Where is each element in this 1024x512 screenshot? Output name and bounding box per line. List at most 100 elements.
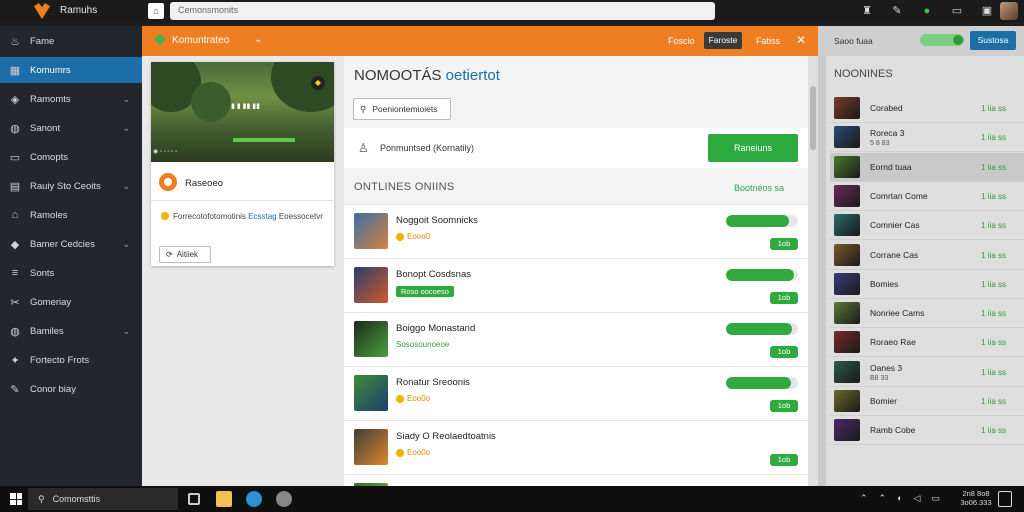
- chevron-down-icon[interactable]: ⌄: [122, 181, 130, 192]
- sidebar-item[interactable]: ✎ Conor biay: [0, 376, 142, 402]
- avatar[interactable]: [834, 184, 860, 207]
- game-row[interactable]: Ronatur Sreoonis Eoo0o 1ob: [344, 366, 808, 422]
- online-toggle[interactable]: [920, 34, 964, 46]
- club-title[interactable]: Komuntrateo: [172, 35, 229, 46]
- chevron-down-icon[interactable]: ⌄: [122, 239, 130, 250]
- feature-card[interactable]: ▮ ▮ ▮▮ ▮▮ ◆ ◉ ▫ ▫ ▫ ▫ ▫ Raseoeo Forrecot…: [151, 62, 334, 266]
- game-name[interactable]: Bonopt Cosdsnas: [396, 269, 471, 280]
- header-button[interactable]: Faroste: [704, 32, 742, 49]
- friends-scrollbar[interactable]: [818, 56, 826, 486]
- game-row[interactable]: Noggoit Soomnicks Eooo0 1ob: [344, 204, 808, 260]
- sidebar-item[interactable]: ▭ Comopts: [0, 144, 142, 170]
- settings-icon[interactable]: ▣: [980, 3, 994, 19]
- friend-row[interactable]: Bomies 1 iia ss: [830, 270, 1024, 299]
- chevron-down-icon[interactable]: ⌄: [122, 94, 130, 105]
- chevron-down-icon[interactable]: ⌄: [254, 34, 262, 45]
- game-thumbnail[interactable]: [354, 429, 388, 465]
- sidebar-item[interactable]: ◍ Bamiles ⌄: [0, 318, 142, 344]
- avatar[interactable]: [834, 126, 860, 149]
- play-badge[interactable]: 1ob: [770, 454, 798, 466]
- friend-row[interactable]: Roraeo Rae 1 iia ss: [830, 328, 1024, 358]
- avatar[interactable]: [834, 214, 860, 237]
- sidebar-item[interactable]: ◈ Ramomts ⌄: [0, 86, 142, 112]
- avatar[interactable]: [834, 419, 860, 442]
- header-link-1[interactable]: Foscio: [668, 36, 695, 46]
- avatar[interactable]: [834, 243, 860, 266]
- friend-row[interactable]: Ramb Cobe 1 iia ss: [830, 416, 1024, 446]
- play-badge[interactable]: 1ob: [770, 292, 798, 304]
- friend-row[interactable]: Roreca 35 8 83 1 iia ss: [830, 123, 1024, 153]
- sidebar-item[interactable]: ▦ Komumrs: [0, 57, 142, 83]
- chevron-down-icon[interactable]: ⌄: [122, 123, 130, 134]
- desc-highlight[interactable]: Ecsstag: [248, 212, 276, 221]
- volume-icon[interactable]: ◁: [914, 493, 921, 504]
- xbox-icon[interactable]: ●: [920, 3, 934, 19]
- friend-row[interactable]: Comnier Cas 1 iia ss: [830, 211, 1024, 241]
- friend-row[interactable]: Corabed 1 iia ss: [830, 94, 1024, 123]
- game-row[interactable]: Siady O Reolaedtoatnis Eoo0o 1ob: [344, 420, 808, 476]
- sidebar-item[interactable]: ⌂ Ramoles: [0, 202, 142, 228]
- game-row[interactable]: Boiggo Monastand Sososounoeoe 1ob: [344, 312, 808, 368]
- avatar[interactable]: [834, 155, 860, 178]
- avatar[interactable]: [834, 272, 860, 295]
- main-scrollbar[interactable]: [808, 56, 818, 486]
- play-badge[interactable]: 1ob: [770, 238, 798, 250]
- bell-icon[interactable]: ✎: [890, 3, 904, 19]
- game-thumbnail[interactable]: [354, 213, 388, 249]
- scroll-thumb[interactable]: [810, 86, 816, 150]
- sidebar-item[interactable]: ▤ Rauiy Sto Ceoits ⌄: [0, 173, 142, 199]
- task-view-icon[interactable]: [188, 493, 200, 505]
- section-count[interactable]: Bootnéos sa: [734, 183, 784, 193]
- feature-button[interactable]: ⟳ Aitiiek: [159, 246, 211, 263]
- file-explorer-icon[interactable]: [216, 491, 232, 507]
- header-link-2[interactable]: Fatiss: [756, 36, 780, 46]
- friend-row[interactable]: Eornd tuaa 1 iia ss: [830, 152, 1024, 182]
- sidebar-item[interactable]: ♨ Fame: [0, 28, 142, 54]
- edge-icon[interactable]: [246, 491, 262, 507]
- windows-start-icon[interactable]: [10, 493, 22, 505]
- app-icon[interactable]: [276, 491, 292, 507]
- avatar[interactable]: [834, 390, 860, 412]
- avatar[interactable]: [834, 331, 860, 354]
- friend-row[interactable]: Nonriee Cams 1 iia ss: [830, 299, 1024, 329]
- home-icon[interactable]: ⌂: [148, 3, 164, 19]
- friend-row[interactable]: Bomier 1 iia ss: [830, 387, 1024, 416]
- game-thumbnail[interactable]: [354, 375, 388, 411]
- game-name[interactable]: Siady O Reolaedtoatnis: [396, 431, 496, 442]
- chat-icon[interactable]: ▭: [950, 3, 964, 19]
- search-input[interactable]: Cemonsmonits: [170, 2, 715, 20]
- friend-row[interactable]: Comrtan Come 1 iia ss: [830, 182, 1024, 211]
- game-thumbnail[interactable]: [354, 267, 388, 303]
- battery-icon[interactable]: ▭: [931, 493, 940, 504]
- game-row[interactable]: Aaakamw: [344, 474, 808, 486]
- avatar[interactable]: [834, 360, 860, 383]
- avatar[interactable]: [1000, 2, 1018, 20]
- taskbar-search[interactable]: ⚲ Comomsttis: [28, 488, 178, 510]
- avatar[interactable]: [834, 97, 860, 119]
- game-row[interactable]: Bonopt Cosdsnas Roso oocoeso 1ob: [344, 258, 808, 314]
- game-name[interactable]: Boiggo Monastand: [396, 323, 475, 334]
- sidebar-item[interactable]: ≡ Sonts: [0, 260, 142, 286]
- notification-icon[interactable]: [998, 491, 1012, 507]
- sidebar-item[interactable]: ◍ Sanont ⌄: [0, 115, 142, 141]
- game-name[interactable]: Ronatur Sreoonis: [396, 377, 470, 388]
- invite-button[interactable]: Raneiuns: [708, 134, 798, 162]
- sidebar-item[interactable]: ✦ Fortecto Frots: [0, 347, 142, 373]
- friends-button[interactable]: Sustosa: [970, 31, 1016, 50]
- chevron-up-icon[interactable]: ⌃: [860, 493, 868, 504]
- chevron-down-icon[interactable]: ⌄: [122, 326, 130, 337]
- game-name[interactable]: Noggoit Soomnicks: [396, 215, 478, 226]
- wifi-icon[interactable]: ⌃: [879, 493, 887, 504]
- friend-row[interactable]: Oanes 3 B8 33 1 iia ss: [830, 358, 1024, 387]
- sidebar-item[interactable]: ✂ Gomeriay: [0, 289, 142, 315]
- close-icon[interactable]: ✕: [796, 33, 806, 47]
- trophy-icon[interactable]: ♜: [860, 3, 874, 19]
- filter-button[interactable]: ⚲ Poeniontemioiets: [353, 98, 451, 120]
- sidebar-item[interactable]: ◆ Bamer Cedcies ⌄: [0, 231, 142, 257]
- play-badge[interactable]: 1ob: [770, 400, 798, 412]
- friend-row[interactable]: Corrane Cas 1 iia ss: [830, 241, 1024, 270]
- avatar[interactable]: [834, 302, 860, 325]
- clock[interactable]: 2n8 8o8 3o06.333: [960, 489, 992, 507]
- play-badge[interactable]: 1ob: [770, 346, 798, 358]
- network-icon[interactable]: ◐: [897, 493, 902, 504]
